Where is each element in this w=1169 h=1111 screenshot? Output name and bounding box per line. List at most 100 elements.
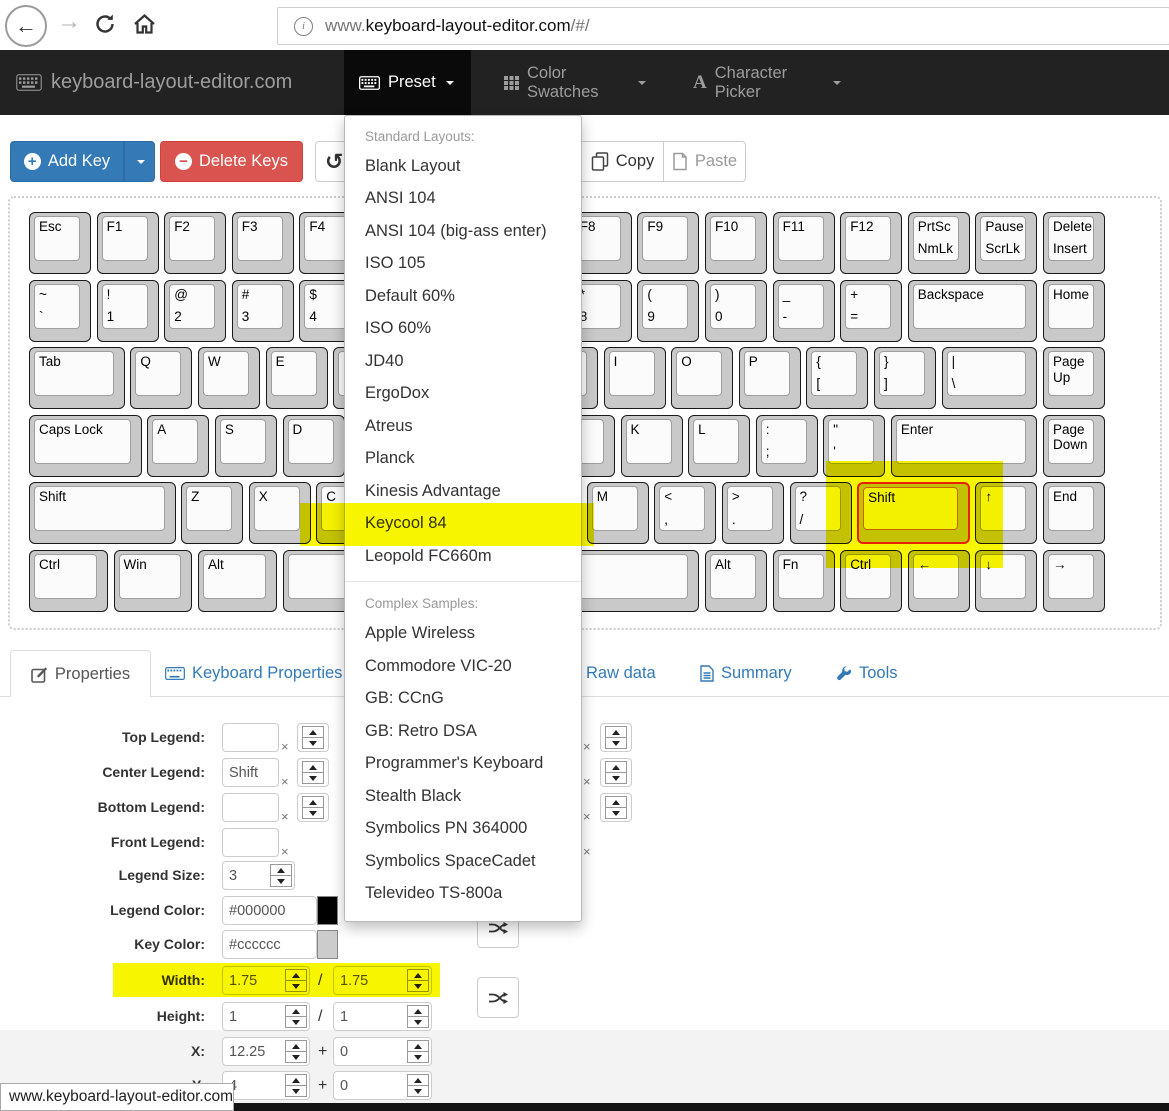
- key-l[interactable]: L: [688, 415, 750, 477]
- height2-field[interactable]: [333, 1002, 432, 1031]
- key-backspace[interactable]: Backspace: [908, 280, 1038, 342]
- key-key[interactable]: →: [1043, 550, 1105, 612]
- key-alt[interactable]: Alt: [705, 550, 767, 612]
- key-key[interactable]: }]: [874, 347, 936, 409]
- key-key[interactable]: <,: [654, 482, 716, 544]
- key-page-up[interactable]: PageUp: [1043, 347, 1105, 409]
- key-key[interactable]: ↓: [975, 550, 1037, 612]
- y2-field[interactable]: [333, 1071, 432, 1100]
- menu-item-iso-60[interactable]: ISO 60%: [345, 313, 581, 346]
- clear-icon[interactable]: ×: [583, 810, 591, 823]
- key-key[interactable]: |\: [942, 347, 1038, 409]
- key-key[interactable]: :;: [756, 415, 818, 477]
- menu-item-keycool-84[interactable]: Keycool 84: [345, 508, 581, 541]
- stepper-icon[interactable]: [407, 969, 429, 992]
- key-caps-lock[interactable]: Caps Lock: [29, 415, 142, 477]
- menu-item-stealth-black[interactable]: Stealth Black: [345, 780, 581, 813]
- key-key[interactable]: >.: [722, 482, 784, 544]
- back-button[interactable]: ←: [5, 5, 47, 47]
- menu-item-jd40[interactable]: JD40: [345, 345, 581, 378]
- page-info-icon[interactable]: i: [294, 17, 313, 36]
- clear-icon[interactable]: ×: [281, 775, 289, 788]
- url-bar[interactable]: i www.keyboard-layout-editor.com/#/: [277, 7, 1169, 45]
- key-key[interactable]: {[: [806, 347, 868, 409]
- key-shift[interactable]: Shift: [29, 482, 176, 544]
- paste-button[interactable]: Paste: [663, 141, 746, 182]
- legend-size-stepper[interactable]: [600, 793, 632, 822]
- legend-size-stepper[interactable]: [297, 758, 329, 787]
- height-field[interactable]: [222, 1002, 310, 1031]
- key-shift[interactable]: Shift: [857, 482, 970, 544]
- width2-field[interactable]: [333, 966, 432, 995]
- clear-icon[interactable]: ×: [281, 845, 289, 858]
- menu-item-kinesis-advantage[interactable]: Kinesis Advantage: [345, 475, 581, 508]
- key-q[interactable]: Q: [130, 347, 192, 409]
- front-legend-input[interactable]: [222, 828, 279, 857]
- key-o[interactable]: O: [671, 347, 733, 409]
- tab-summary[interactable]: Summary: [700, 650, 792, 697]
- menu-item-ergodox[interactable]: ErgoDox: [345, 378, 581, 411]
- key-z[interactable]: Z: [181, 482, 243, 544]
- key-ctrl[interactable]: Ctrl: [840, 550, 902, 612]
- key-win[interactable]: Win: [114, 550, 193, 612]
- menu-item-default-60[interactable]: Default 60%: [345, 280, 581, 313]
- menu-item-gb-retro-dsa[interactable]: GB: Retro DSA: [345, 715, 581, 748]
- key-a[interactable]: A: [147, 415, 209, 477]
- legend-color-swatch[interactable]: [317, 896, 338, 925]
- key-key[interactable]: "': [823, 415, 885, 477]
- key-f3[interactable]: F3: [232, 212, 294, 274]
- menu-item-programmer-s-keyboard[interactable]: Programmer's Keyboard: [345, 748, 581, 781]
- menu-item-symbolics-spacecadet[interactable]: Symbolics SpaceCadet: [345, 845, 581, 878]
- copy-button[interactable]: Copy: [581, 141, 663, 182]
- tab-raw-data[interactable]: ‹› Raw data: [570, 650, 656, 697]
- x2-field[interactable]: [333, 1037, 432, 1066]
- center-legend-input[interactable]: [222, 758, 279, 787]
- top-legend-input[interactable]: [222, 723, 279, 752]
- key-1[interactable]: !1: [97, 280, 159, 342]
- delete-keys-button[interactable]: − Delete Keys: [160, 141, 303, 182]
- legend-size-field[interactable]: [222, 861, 295, 890]
- menu-item-leopold-fc660m[interactable]: Leopold FC660m: [345, 540, 581, 573]
- tab-tools[interactable]: Tools: [836, 650, 898, 697]
- key-f12[interactable]: F12: [840, 212, 902, 274]
- key-key[interactable]: +=: [840, 280, 902, 342]
- legend-size-stepper[interactable]: [297, 793, 329, 822]
- nav-item-preset[interactable]: Preset: [344, 50, 471, 115]
- legend-size-stepper[interactable]: [600, 723, 632, 752]
- key-fn[interactable]: Fn: [773, 550, 835, 612]
- key-alt[interactable]: Alt: [198, 550, 277, 612]
- width-field[interactable]: [222, 966, 310, 995]
- key-e[interactable]: E: [266, 347, 328, 409]
- key-home[interactable]: Home: [1043, 280, 1105, 342]
- tab-properties[interactable]: Properties: [10, 650, 151, 697]
- key-key[interactable]: ←: [908, 550, 970, 612]
- stepper-icon[interactable]: [285, 1005, 307, 1028]
- menu-item-symbolics-pn-364000[interactable]: Symbolics PN 364000: [345, 813, 581, 846]
- menu-item-atreus[interactable]: Atreus: [345, 410, 581, 443]
- stepper-icon[interactable]: [285, 1074, 307, 1097]
- tab-keyboard-properties[interactable]: Keyboard Properties: [165, 650, 342, 697]
- x-field[interactable]: [222, 1037, 310, 1066]
- add-key-dropdown-toggle[interactable]: [124, 141, 155, 182]
- nav-item-character-picker[interactable]: A Character Picker: [678, 50, 856, 115]
- key-delete-insert[interactable]: DeleteInsert: [1043, 212, 1105, 274]
- menu-item-blank-layout[interactable]: Blank Layout: [345, 150, 581, 183]
- home-button[interactable]: [132, 12, 157, 41]
- key-key[interactable]: ~`: [29, 280, 91, 342]
- menu-item-ansi-104[interactable]: ANSI 104: [345, 183, 581, 216]
- swap-size-button[interactable]: [477, 977, 519, 1018]
- key-page-down[interactable]: PageDown: [1043, 415, 1105, 477]
- key-enter[interactable]: Enter: [891, 415, 1038, 477]
- key-key[interactable]: ?/: [790, 482, 852, 544]
- key-color-input[interactable]: [222, 930, 317, 959]
- key-m[interactable]: M: [587, 482, 649, 544]
- forward-button[interactable]: →: [57, 8, 81, 36]
- key-end[interactable]: End: [1043, 482, 1105, 544]
- key-9[interactable]: (9: [637, 280, 699, 342]
- key-i[interactable]: I: [604, 347, 666, 409]
- key-key[interactable]: _-: [773, 280, 835, 342]
- menu-item-televideo-ts-800a[interactable]: Televideo TS-800a: [345, 878, 581, 911]
- nav-item-color-swatches[interactable]: Color Swatches: [489, 50, 661, 115]
- key-2[interactable]: @2: [164, 280, 226, 342]
- key-prtsc-nmlk[interactable]: PrtScNmLk: [908, 212, 970, 274]
